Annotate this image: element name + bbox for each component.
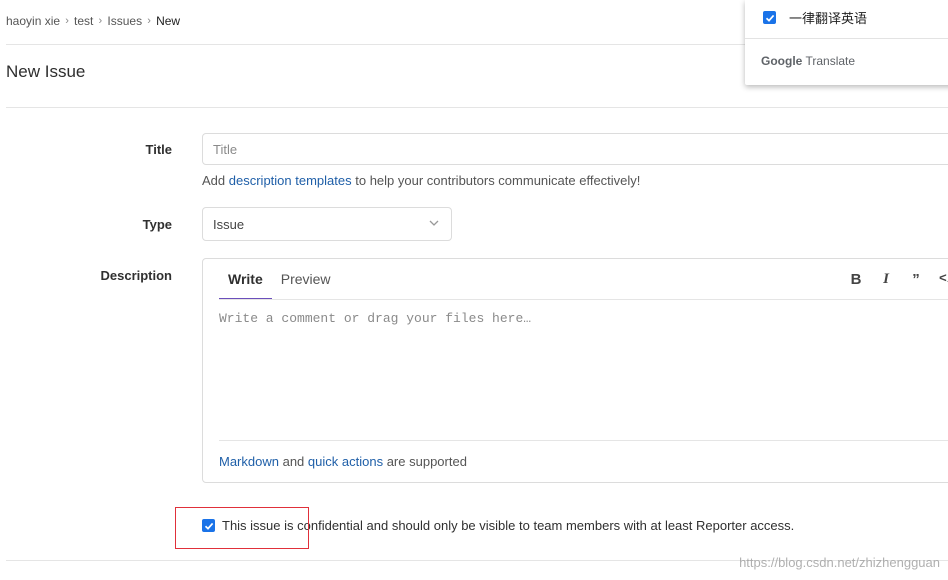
chevron-right-icon: › bbox=[98, 15, 103, 27]
check-icon bbox=[765, 14, 774, 22]
title-label: Title bbox=[145, 142, 173, 157]
breadcrumb: haoyin xie › test › Issues › New bbox=[6, 14, 180, 28]
tab-write[interactable]: Write bbox=[219, 259, 272, 300]
tab-preview[interactable]: Preview bbox=[272, 259, 340, 300]
markdown-toolbar: B I ” </ bbox=[849, 271, 948, 288]
google-wordmark: Google bbox=[761, 54, 803, 68]
title-input[interactable] bbox=[202, 133, 948, 165]
description-editor: Write Preview B I ” </ Markdown and quic… bbox=[202, 258, 948, 483]
breadcrumb-project[interactable]: test bbox=[74, 14, 93, 28]
help-suffix: to help your contributors communicate ef… bbox=[355, 173, 641, 188]
divider bbox=[6, 107, 948, 108]
breadcrumb-user[interactable]: haoyin xie bbox=[6, 14, 60, 28]
bold-icon[interactable]: B bbox=[849, 271, 863, 288]
footer-and: and bbox=[282, 454, 305, 469]
translate-popup: 一律翻译英语 Google Translate bbox=[745, 0, 948, 85]
description-templates-link[interactable]: description templates bbox=[229, 173, 352, 188]
divider bbox=[219, 299, 948, 300]
always-translate-checkbox[interactable] bbox=[763, 11, 776, 24]
type-select-value: Issue bbox=[213, 216, 245, 232]
markdown-link[interactable]: Markdown bbox=[219, 454, 279, 469]
always-translate-label: 一律翻译英语 bbox=[789, 12, 868, 27]
type-select[interactable]: Issue bbox=[202, 207, 452, 241]
breadcrumb-issues[interactable]: Issues bbox=[107, 14, 142, 28]
page-title: New Issue bbox=[6, 62, 86, 81]
help-prefix: Add bbox=[202, 173, 226, 188]
always-translate-option[interactable]: 一律翻译英语 bbox=[763, 8, 867, 27]
footer-suffix: are supported bbox=[386, 454, 467, 469]
italic-icon[interactable]: I bbox=[879, 271, 893, 288]
annotation-highlight-box bbox=[175, 507, 309, 549]
quote-icon[interactable]: ” bbox=[909, 271, 923, 288]
editor-footer: Markdown and quick actions are supported bbox=[219, 454, 467, 469]
chevron-right-icon: › bbox=[65, 15, 69, 27]
code-icon[interactable]: </ bbox=[939, 271, 948, 288]
quick-actions-link[interactable]: quick actions bbox=[308, 454, 383, 469]
description-templates-help: Add description templates to help your c… bbox=[202, 173, 640, 188]
type-label: Type bbox=[142, 217, 172, 232]
divider bbox=[219, 440, 948, 441]
description-label: Description bbox=[100, 268, 172, 283]
chevron-right-icon: › bbox=[147, 15, 151, 27]
breadcrumb-new[interactable]: New bbox=[156, 14, 180, 28]
watermark: https://blog.csdn.net/zhizhengguan bbox=[739, 555, 940, 570]
divider bbox=[745, 38, 948, 39]
description-textarea[interactable] bbox=[219, 311, 939, 411]
editor-tabs: Write Preview bbox=[219, 259, 340, 300]
chevron-down-icon bbox=[429, 220, 439, 226]
translate-wordmark: Translate bbox=[805, 54, 856, 68]
google-translate-logo: Google Translate bbox=[761, 54, 855, 68]
